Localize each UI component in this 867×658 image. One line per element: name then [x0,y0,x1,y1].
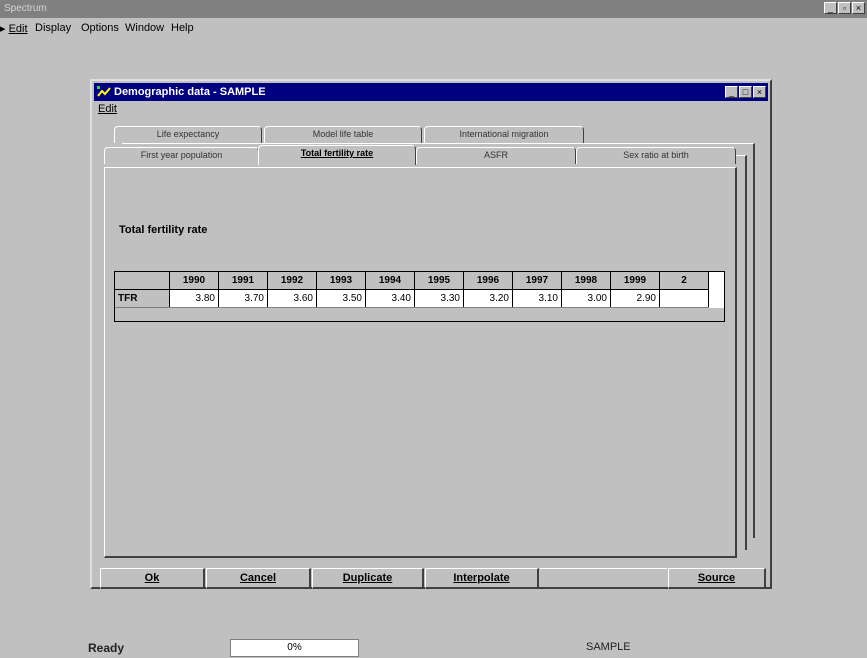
year-header: 2 [659,272,709,290]
menu-display[interactable]: Display [35,22,71,34]
grid-corner [115,272,170,290]
tab-first-year-population[interactable]: First year population [104,147,259,164]
menu-help[interactable]: Help [171,22,194,34]
demographic-data-dialog: Demographic data - SAMPLE _ □ × Edit Lif… [90,79,772,589]
tab-sex-ratio-at-birth[interactable]: Sex ratio at birth [576,147,736,164]
tfr-cell[interactable]: 3.10 [512,289,562,308]
button-bar-spacer [540,568,667,589]
year-header: 1999 [610,272,660,290]
tfr-cell[interactable]: 3.30 [414,289,464,308]
app-window-controls: _ ▫ × [824,2,865,14]
tfr-cell[interactable]: 3.70 [218,289,268,308]
menu-edit[interactable]: ▸ Edit [0,22,28,35]
year-header: 1997 [512,272,562,290]
duplicate-button[interactable]: Duplicate [312,568,424,589]
status-project: SAMPLE [586,641,631,653]
grid-empty-area [115,308,724,321]
year-header: 1998 [561,272,611,290]
close-icon[interactable]: × [753,86,766,98]
year-header: 1993 [316,272,366,290]
ok-button[interactable]: Ok [100,568,205,589]
grid-header-row: 1990 1991 1992 1993 1994 1995 1996 1997 … [115,272,709,290]
dialog-title-bar: Demographic data - SAMPLE _ □ × [94,83,768,101]
app-icon [97,86,111,97]
minimize-icon[interactable]: _ [824,2,837,14]
tfr-cell[interactable]: 3.80 [169,289,219,308]
restore-icon[interactable]: ▫ [838,2,851,14]
section-title: Total fertility rate [119,224,208,236]
progress-field: 0% [230,639,359,657]
tab-model-life-table[interactable]: Model life table [264,126,422,143]
dialog-menu-edit[interactable]: Edit [98,103,117,115]
tab-international-migration[interactable]: International migration [424,126,584,143]
tfr-grid[interactable]: 1990 1991 1992 1993 1994 1995 1996 1997 … [114,271,725,322]
close-icon[interactable]: × [852,2,865,14]
dialog-title: Demographic data - SAMPLE [114,86,266,98]
year-header: 1992 [267,272,317,290]
menu-window[interactable]: Window [125,22,164,34]
tab-life-expectancy[interactable]: Life expectancy [114,126,262,143]
tfr-cell[interactable]: 3.40 [365,289,415,308]
year-header: 1994 [365,272,415,290]
app-title-bar: Spectrum _ ▫ × [0,0,867,18]
year-header: 1990 [169,272,219,290]
minimize-icon[interactable]: _ [725,86,738,98]
tfr-cell[interactable]: 3.50 [316,289,366,308]
menu-options[interactable]: Options [81,22,119,34]
tfr-cell[interactable] [659,289,709,308]
app-title: Spectrum [4,3,47,14]
tfr-cell[interactable]: 3.00 [561,289,611,308]
tab-asfr[interactable]: ASFR [416,147,576,164]
dialog-window-controls: _ □ × [725,86,766,98]
source-button[interactable]: Source [668,568,766,589]
table-row: TFR 3.80 3.70 3.60 3.50 3.40 3.30 3.20 3… [115,289,709,308]
tfr-cell[interactable]: 3.20 [463,289,513,308]
menu-bar: ▸ Edit Display Options Window Help [0,20,867,36]
tfr-cell[interactable]: 3.60 [267,289,317,308]
status-ready: Ready [88,641,125,655]
year-header: 1991 [218,272,268,290]
status-bar: Ready 0% SAMPLE [0,636,867,658]
year-header: 1996 [463,272,513,290]
row-label-tfr: TFR [115,289,170,308]
tab-panel-total-fertility-rate: Total fertility rate 1990 1991 1992 1993… [104,167,737,558]
interpolate-button[interactable]: Interpolate [425,568,539,589]
tab-total-fertility-rate[interactable]: Total fertility rate [258,145,416,165]
year-header: 1995 [414,272,464,290]
tfr-cell[interactable]: 2.90 [610,289,660,308]
maximize-icon[interactable]: □ [739,86,752,98]
cancel-button[interactable]: Cancel [206,568,311,589]
